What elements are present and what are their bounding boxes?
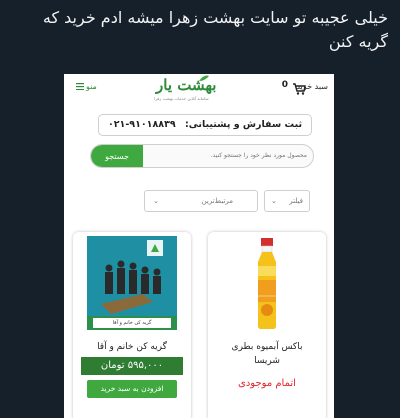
mourners-image: گریه کن خانم و آقا	[87, 236, 177, 330]
product-name[interactable]: باکس آبمیوه بطری شریسا	[208, 340, 326, 368]
filter-label: فیلتر	[289, 197, 303, 205]
product-name[interactable]: گریه کن خانم و آقا	[73, 340, 191, 354]
site-header: سبد خرید 0 بهشت یار سامانه آنلاین خدمات …	[64, 74, 334, 108]
add-to-cart-button[interactable]: افزودن به سبد خرید	[87, 380, 177, 398]
product-card-mourner[interactable]: گریه کن خانم و آقا گریه کن خانم و آقا ۵۹…	[73, 232, 191, 418]
logo-tagline: سامانه آنلاین خدمات بهشت زهرا	[154, 96, 209, 101]
sort-select[interactable]: مرتبط‌ترین ⌄	[144, 190, 258, 212]
juice-bottle-image	[258, 238, 276, 329]
filter-button[interactable]: فیلتر ⌄	[264, 190, 310, 212]
support-phone-number[interactable]: ۰۲۱-۹۱۰۱۸۸۳۹	[108, 119, 176, 130]
cart-icon[interactable]	[292, 82, 306, 96]
image-caption: گریه کن خانم و آقا	[93, 318, 171, 328]
search-button[interactable]: جستجو	[91, 145, 143, 167]
out-of-stock-label: اتمام موجودی	[238, 378, 296, 389]
menu-icon[interactable]	[76, 83, 84, 90]
menu-label[interactable]: منو	[86, 82, 97, 91]
product-price: ۵۹۵,۰۰۰ تومان	[81, 357, 183, 375]
search-input[interactable]	[147, 145, 307, 167]
site-logo[interactable]: بهشت یار سامانه آنلاین خدمات بهشت زهرا	[150, 74, 250, 110]
website-screenshot: سبد خرید 0 بهشت یار سامانه آنلاین خدمات …	[64, 74, 334, 418]
search-bar: جستجو	[90, 144, 314, 168]
sort-label: مرتبط‌ترین	[201, 197, 233, 205]
logo-word: بهشت یار	[156, 76, 217, 94]
product-card-juice[interactable]: باکس آبمیوه بطری شریسا اتمام موجودی	[208, 232, 326, 418]
support-label: ثبت سفارش و پشتیبانی:	[184, 119, 303, 130]
tweet-text: خیلی عجیبه تو سایت بهشت زهرا میشه ادم خر…	[42, 8, 388, 51]
chevron-down-icon: ⌄	[153, 197, 159, 205]
chevron-down-icon: ⌄	[271, 197, 277, 205]
cart-count: 0	[281, 80, 288, 90]
support-phone-box[interactable]: ثبت سفارش و پشتیبانی: ۰۲۱-۹۱۰۱۸۸۳۹	[98, 114, 312, 136]
